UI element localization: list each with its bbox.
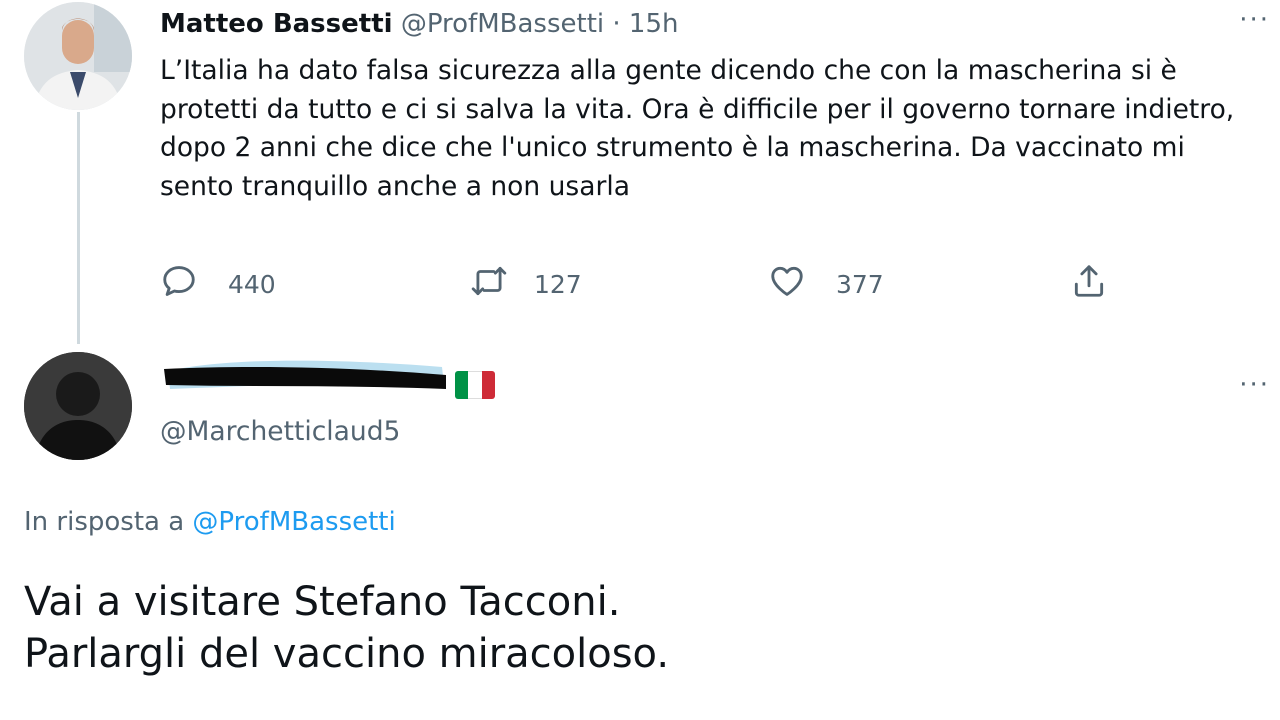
in-reply-prefix: In risposta a <box>24 507 185 537</box>
reply-text-line: Parlargli del vaccino miracoloso. <box>24 631 670 677</box>
reply-handle[interactable]: @Marchetticlaud5 <box>160 414 400 450</box>
retweet-count: 127 <box>534 269 582 299</box>
tweet-time[interactable]: 15h <box>629 9 679 39</box>
reply-text-line: Vai a visitare Stefano Tacconi. <box>24 579 621 625</box>
italy-flag-icon <box>455 371 495 399</box>
in-reply-to: In risposta a @ProfMBassetti <box>24 504 396 540</box>
retweet-icon <box>470 262 508 306</box>
tweet-actions: 440 127 377 <box>160 262 1120 306</box>
reply-button[interactable]: 440 <box>160 262 276 306</box>
author-handle[interactable]: @ProfMBassetti <box>401 9 604 39</box>
share-icon <box>1070 262 1108 306</box>
thread-line <box>77 112 80 344</box>
reply-icon <box>160 262 198 306</box>
reply-avatar[interactable] <box>24 352 132 460</box>
retweet-button[interactable]: 127 <box>470 262 582 306</box>
more-icon[interactable]: ··· <box>1239 7 1270 33</box>
like-count: 377 <box>836 269 884 299</box>
reply-more-icon[interactable]: ··· <box>1239 372 1270 398</box>
tweet-text: L’Italia ha dato falsa sicurezza alla ge… <box>160 55 1235 202</box>
author-avatar[interactable] <box>24 2 132 110</box>
author-name[interactable]: Matteo Bassetti <box>160 9 393 39</box>
in-reply-handle-link[interactable]: @ProfMBassetti <box>192 507 395 537</box>
share-button[interactable] <box>1070 262 1108 306</box>
header-separator: · <box>612 9 621 39</box>
like-button[interactable]: 377 <box>768 262 884 306</box>
reply-count: 440 <box>228 269 276 299</box>
like-icon <box>768 262 806 306</box>
tweet-header: Matteo Bassetti @ProfMBassetti · 15h <box>160 6 678 42</box>
redacted-name <box>160 355 450 397</box>
reply-text: Vai a visitare Stefano Tacconi. Parlargl… <box>24 576 669 680</box>
